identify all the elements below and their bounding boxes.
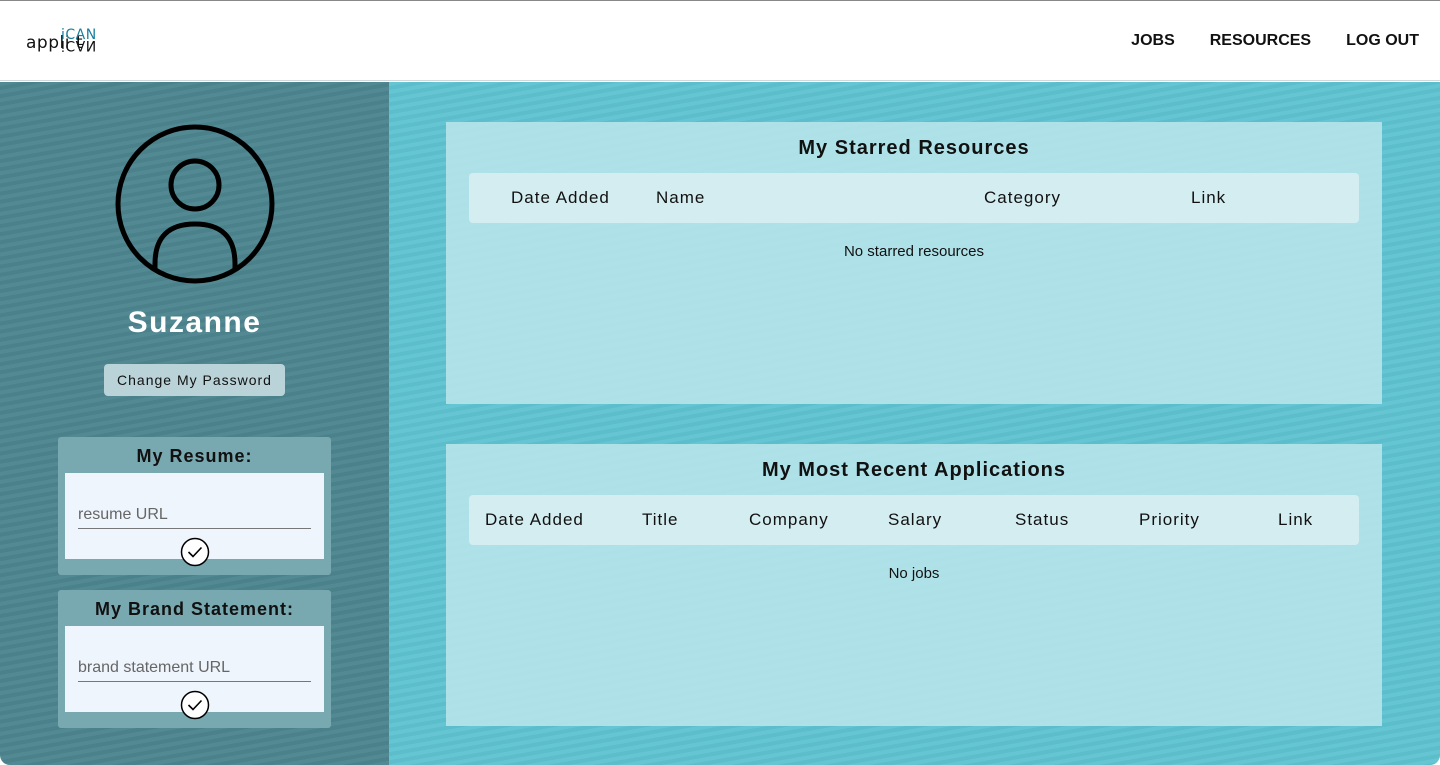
brand-statement-panel bbox=[65, 626, 324, 720]
starred-resources-table-header: Date Added Name Category Link bbox=[469, 173, 1359, 223]
check-circle-icon[interactable] bbox=[180, 690, 210, 720]
column-header-date-added[interactable]: Date Added bbox=[485, 510, 584, 530]
profile-sidebar: Suzanne Change My Password My Resume: My… bbox=[0, 82, 389, 765]
resume-url-input[interactable] bbox=[78, 501, 311, 529]
app-window: appli t iCAN iCAN JOBS RESOURCES LOG OUT… bbox=[0, 0, 1440, 765]
nav-link-jobs[interactable]: JOBS bbox=[1131, 32, 1175, 50]
brand-statement-box: My Brand Statement: bbox=[58, 590, 331, 728]
column-header-priority[interactable]: Priority bbox=[1139, 510, 1200, 530]
brand-statement-url-input[interactable] bbox=[78, 654, 311, 682]
app-logo[interactable]: appli t iCAN iCAN bbox=[26, 27, 116, 57]
nav-link-resources[interactable]: RESOURCES bbox=[1210, 32, 1311, 50]
column-header-date-added[interactable]: Date Added bbox=[511, 188, 610, 208]
logo-mirror-text: iCAN bbox=[61, 37, 97, 53]
starred-resources-empty-message: No starred resources bbox=[843, 243, 985, 260]
column-header-status[interactable]: Status bbox=[1015, 510, 1069, 530]
nav-links: JOBS RESOURCES LOG OUT bbox=[1131, 32, 1419, 50]
recent-applications-card: My Most Recent Applications Date Added T… bbox=[446, 444, 1382, 726]
resume-panel bbox=[65, 473, 324, 567]
column-header-company[interactable]: Company bbox=[749, 510, 829, 530]
user-name: Suzanne bbox=[127, 306, 262, 339]
column-header-category[interactable]: Category bbox=[984, 188, 1061, 208]
brand-statement-title: My Brand Statement: bbox=[94, 599, 295, 619]
main-content: My Starred Resources Date Added Name Cat… bbox=[389, 82, 1440, 765]
change-password-button[interactable]: Change My Password bbox=[104, 364, 285, 396]
column-header-salary[interactable]: Salary bbox=[888, 510, 942, 530]
column-header-link[interactable]: Link bbox=[1278, 510, 1313, 530]
recent-applications-table-header: Date Added Title Company Salary Status P… bbox=[469, 495, 1359, 545]
top-navbar: appli t iCAN iCAN JOBS RESOURCES LOG OUT bbox=[0, 1, 1440, 81]
user-circle-icon bbox=[115, 124, 275, 284]
column-header-link[interactable]: Link bbox=[1191, 188, 1226, 208]
check-circle-icon[interactable] bbox=[180, 537, 210, 567]
column-header-title[interactable]: Title bbox=[642, 510, 679, 530]
recent-applications-title: My Most Recent Applications bbox=[761, 459, 1067, 481]
resume-title: My Resume: bbox=[136, 446, 253, 466]
starred-resources-card: My Starred Resources Date Added Name Cat… bbox=[446, 122, 1382, 404]
nav-link-logout[interactable]: LOG OUT bbox=[1346, 32, 1419, 50]
starred-resources-title: My Starred Resources bbox=[798, 137, 1030, 159]
recent-applications-empty-message: No jobs bbox=[888, 565, 940, 582]
column-header-name[interactable]: Name bbox=[656, 188, 705, 208]
resume-box: My Resume: bbox=[58, 437, 331, 575]
